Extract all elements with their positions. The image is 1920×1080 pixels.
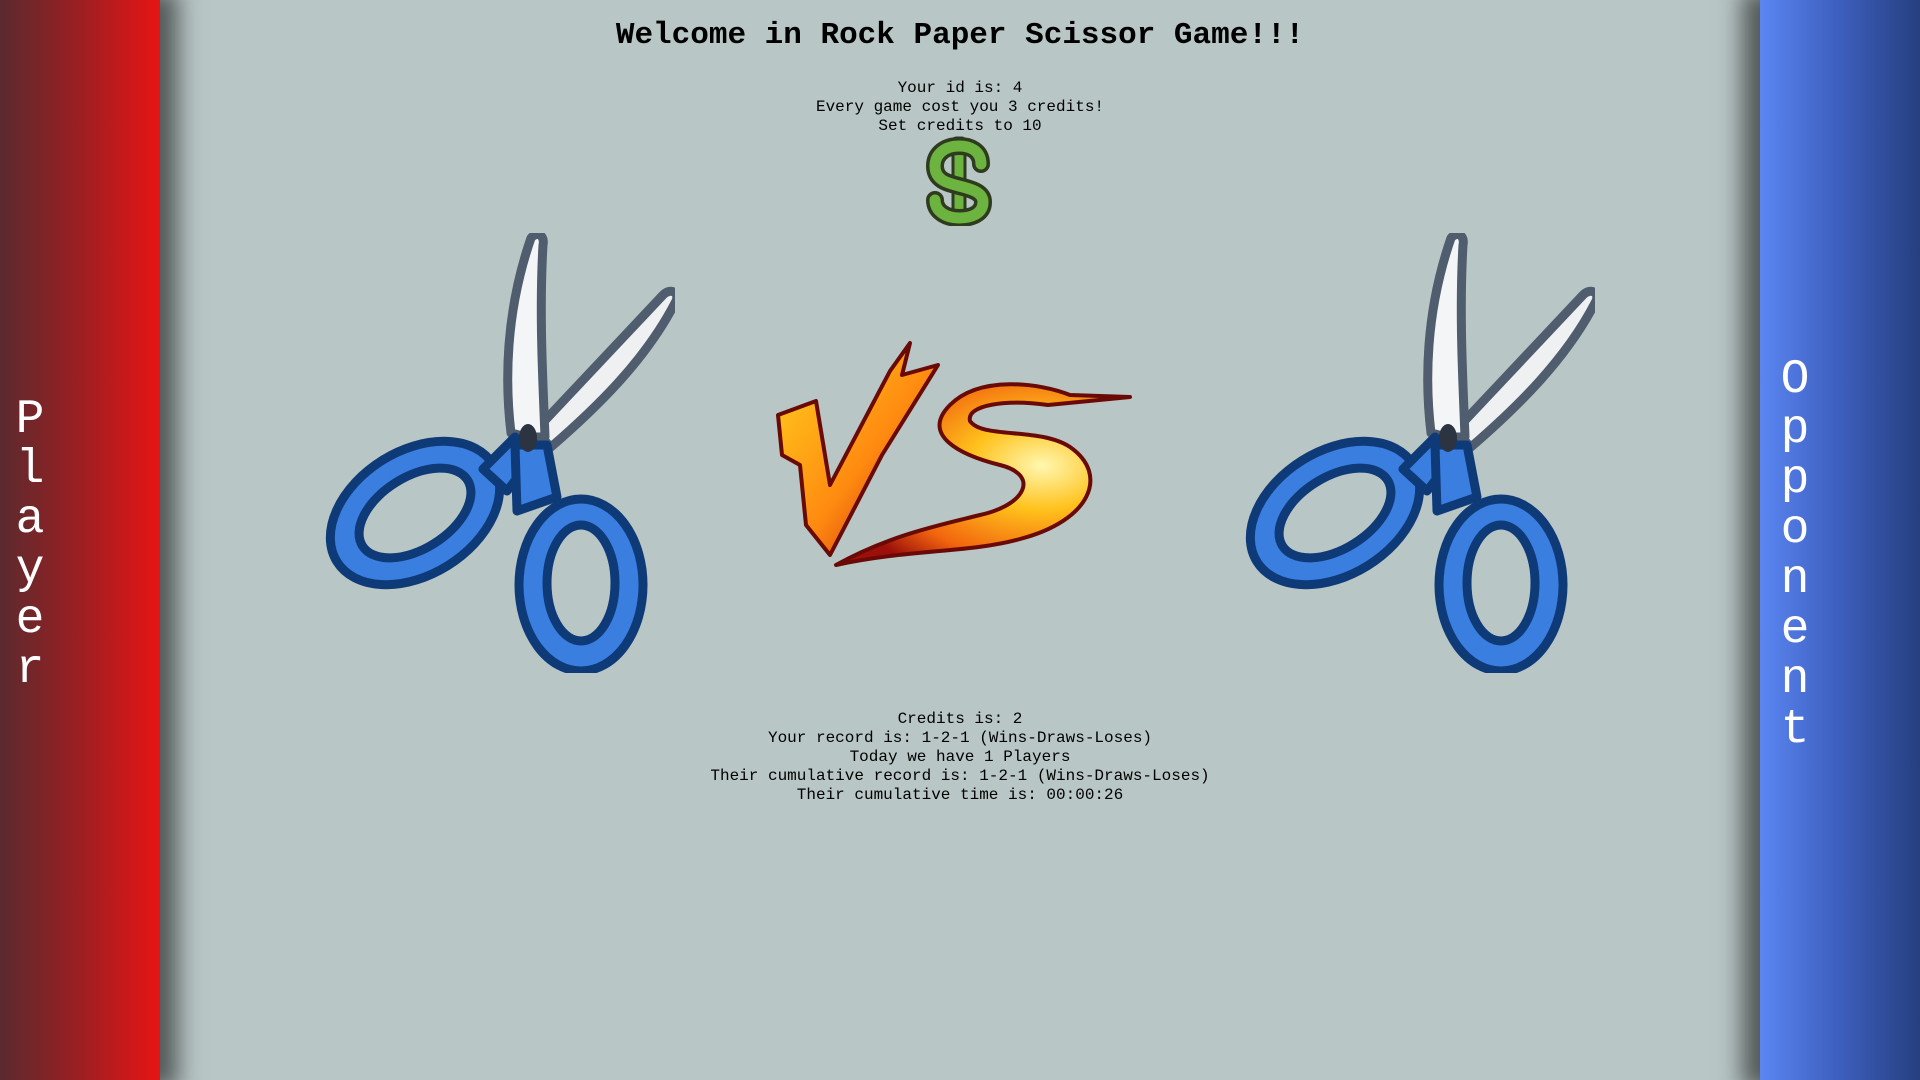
record-text: Your record is: 1-2-1 (Wins-Draws-Loses) — [767, 729, 1153, 747]
opponent-label-char: n — [1780, 653, 1810, 707]
player-label-char: r — [15, 643, 45, 697]
opponent-label-char: t — [1780, 703, 1810, 757]
player-label-char: e — [15, 593, 45, 647]
player-choice-scissors-icon[interactable] — [305, 233, 675, 673]
player-label-char: y — [15, 543, 45, 597]
opponent-label-char: n — [1780, 553, 1810, 607]
player-panel: P l a y e r — [0, 0, 160, 1080]
page-title: Welcome in Rock Paper Scissor Game!!! — [615, 18, 1305, 53]
cumulative-record-text: Their cumulative record is: 1-2-1 (Wins-… — [710, 767, 1210, 785]
player-label-char: a — [15, 493, 45, 547]
credits-text: Credits is: 2 — [897, 710, 1023, 728]
opponent-label-char: e — [1780, 603, 1810, 657]
user-id-text: Your id is: 4 — [897, 79, 1023, 97]
game-cost-text: Every game cost you 3 credits! — [815, 98, 1105, 116]
player-label-char: l — [15, 443, 45, 497]
opponent-label-char: O — [1780, 353, 1810, 407]
opponent-label: O p p o n e n t — [1781, 355, 1810, 755]
session-info: Your id is: 4 Every game cost you 3 cred… — [160, 79, 1760, 136]
dollar-icon[interactable] — [925, 136, 995, 226]
game-area: Welcome in Rock Paper Scissor Game!!! Yo… — [160, 0, 1760, 1080]
cumulative-time-text: Their cumulative time is: 00:00:26 — [796, 786, 1124, 804]
opponent-label-char: o — [1780, 503, 1810, 557]
opponent-choice-scissors-icon — [1245, 233, 1595, 673]
set-credits-text: Set credits to 10 — [878, 117, 1042, 135]
opponent-panel: O p p o n e n t — [1760, 0, 1920, 1080]
stats-panel: Credits is: 2 Your record is: 1-2-1 (Win… — [160, 710, 1760, 805]
player-label: P l a y e r — [16, 395, 45, 695]
vs-icon — [776, 341, 1132, 567]
players-today-text: Today we have 1 Players — [849, 748, 1071, 766]
opponent-label-char: p — [1780, 453, 1810, 507]
opponent-label-char: p — [1780, 403, 1810, 457]
player-label-char: P — [15, 393, 45, 447]
